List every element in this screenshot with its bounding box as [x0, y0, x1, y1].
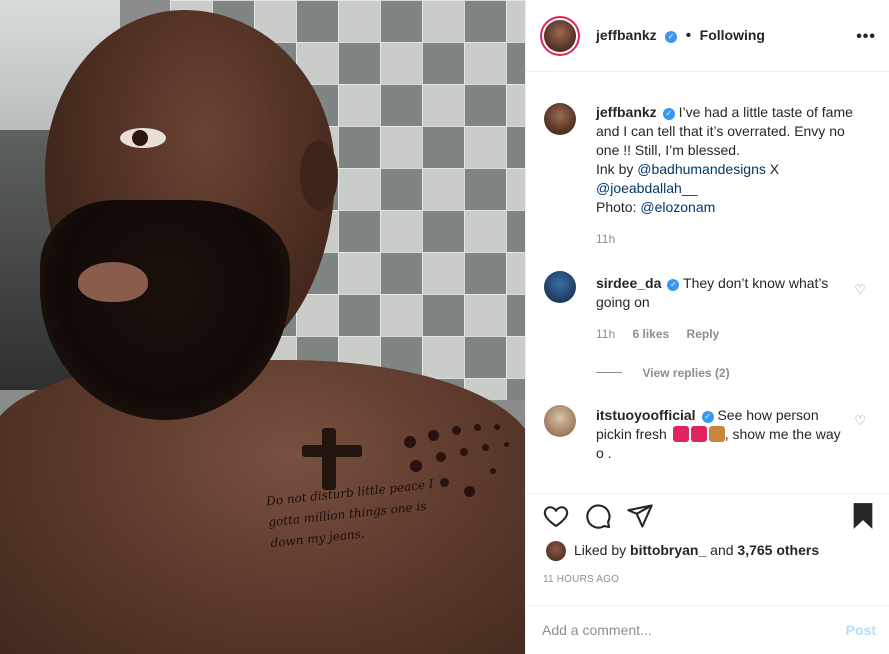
liked-by-joiner: and: [710, 542, 734, 558]
comment-likes[interactable]: 6 likes: [632, 327, 669, 341]
raised-hands-emoji-icon: [708, 426, 725, 442]
post-header: jeffbankz ✓ • Following •••: [526, 0, 889, 72]
add-comment-bar: Post: [526, 605, 889, 654]
comment-avatar-sirdee[interactable]: [544, 271, 576, 303]
verified-badge-icon: ✓: [662, 108, 675, 120]
ink-joiner: X: [765, 161, 780, 177]
comment-icon[interactable]: [584, 502, 612, 530]
caption: jeffbankz ✓ I’ve had a little taste of fa…: [596, 103, 866, 217]
post-timestamp[interactable]: 11 HOURS AGO: [543, 574, 619, 585]
following-button[interactable]: Following: [700, 27, 765, 43]
comment-username[interactable]: sirdee_da: [596, 275, 661, 291]
liked-by-avatar[interactable]: [546, 541, 566, 561]
lips: [78, 262, 148, 302]
more-horizontal-icon[interactable]: •••: [856, 28, 876, 46]
comment-itstuoyo: itstuoyoofficial ✓ See how person pickin …: [596, 406, 841, 463]
like-comment-heart-icon[interactable]: ♡: [854, 282, 866, 298]
cross-tattoo-vertical: [322, 428, 336, 490]
ear: [300, 140, 338, 210]
comments-list[interactable]: jeffbankz ✓ I’ve had a little taste of fa…: [526, 73, 889, 493]
cross-tattoo-horizontal: [302, 445, 362, 457]
caption-avatar[interactable]: [544, 103, 576, 135]
liked-by: Liked by bittobryan_ and 3,765 others: [574, 542, 819, 558]
replies-line: [596, 372, 622, 373]
collision-emoji-icon: [672, 426, 689, 442]
author-avatar[interactable]: [544, 20, 576, 52]
caption-username[interactable]: jeffbankz: [596, 104, 657, 120]
view-replies[interactable]: View replies (2): [596, 364, 730, 382]
like-comment-heart-icon[interactable]: ♡: [854, 413, 866, 429]
comment-meta: 11h 6 likes Reply: [596, 327, 719, 341]
ink-prefix: Ink by: [596, 161, 634, 177]
post-side-panel: jeffbankz ✓ • Following ••• jeffbankz ✓ I…: [525, 0, 889, 654]
comment-username[interactable]: itstuoyoofficial: [596, 407, 696, 423]
dot-separator: •: [685, 27, 692, 44]
post-photo[interactable]: Do not disturb little peace I gotta mill…: [0, 0, 525, 654]
mention-elozonam[interactable]: @elozonam: [640, 199, 715, 215]
mention-joeabdallah[interactable]: @joeabdallah__: [596, 180, 697, 196]
photo-prefix: Photo:: [596, 199, 637, 215]
comment-avatar-itstuoyo[interactable]: [544, 405, 576, 437]
verified-badge-icon: ✓: [667, 279, 680, 291]
post-actions: Liked by bittobryan_ and 3,765 others 11…: [526, 493, 889, 605]
author-username[interactable]: jeffbankz: [596, 27, 657, 43]
mention-badhumandesigns[interactable]: @badhumandesigns: [637, 161, 766, 177]
like-heart-icon[interactable]: [542, 502, 570, 530]
post-comment-button[interactable]: Post: [846, 622, 876, 638]
liked-by-prefix: Liked by: [574, 542, 627, 558]
eye: [120, 128, 166, 148]
collision-emoji-icon: [690, 426, 707, 442]
add-comment-input[interactable]: [542, 618, 822, 642]
share-direct-icon[interactable]: [626, 502, 654, 530]
bookmark-saved-icon[interactable]: [850, 502, 876, 530]
liked-by-count[interactable]: 3,765 others: [737, 542, 819, 558]
reply-button[interactable]: Reply: [687, 327, 720, 341]
verified-badge-icon: ✓: [665, 31, 678, 43]
view-replies-label[interactable]: View replies (2): [642, 366, 729, 380]
verified-badge-icon: ✓: [701, 411, 714, 423]
comment-sirdee: sirdee_da ✓ They don’t know what’s going …: [596, 274, 836, 312]
comment-time[interactable]: 11h: [596, 327, 615, 341]
liked-by-user[interactable]: bittobryan_: [630, 542, 706, 558]
author-line: jeffbankz ✓ • Following: [596, 27, 765, 45]
caption-time[interactable]: 11h: [596, 232, 615, 246]
